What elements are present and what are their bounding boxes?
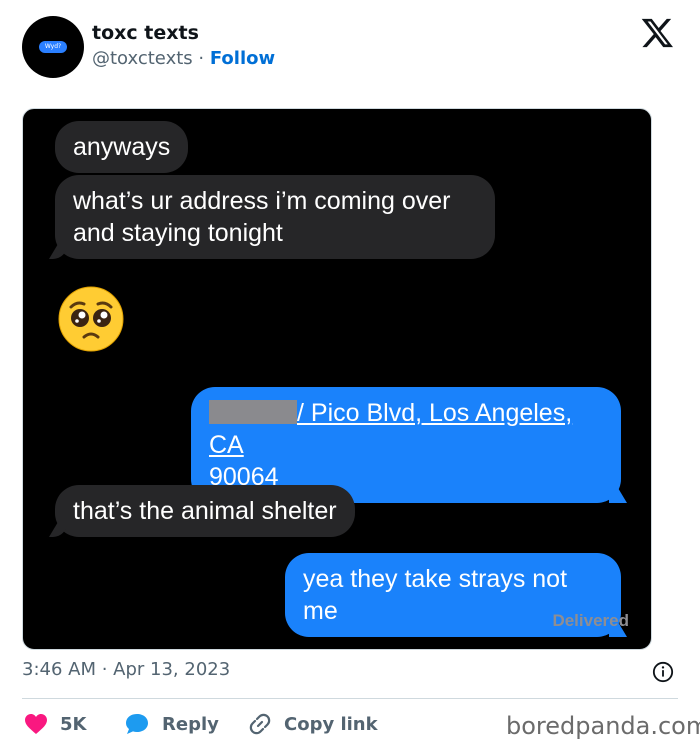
message-text: what’s ur address i’m coming over and st… bbox=[73, 187, 451, 247]
info-icon[interactable] bbox=[652, 661, 674, 683]
handle[interactable]: @toxctexts bbox=[92, 48, 193, 69]
handle-row: @toxctexts · Follow bbox=[92, 48, 275, 69]
message-text: anyways bbox=[73, 133, 171, 161]
watermark: boredpanda.com bbox=[506, 712, 700, 740]
avatar[interactable]: Wyd? bbox=[22, 16, 84, 78]
delivered-status: Delivered bbox=[552, 611, 629, 630]
message-received: that’s the animal shelter bbox=[55, 485, 355, 537]
copy-link-label: Copy link bbox=[284, 713, 378, 735]
like-count: 5K bbox=[60, 713, 87, 735]
separator: · bbox=[198, 48, 205, 69]
heart-icon bbox=[25, 714, 47, 734]
pleading-face-emoji-icon bbox=[58, 286, 124, 352]
divider bbox=[22, 698, 678, 699]
timestamp[interactable]: 3:46 AM · Apr 13, 2023 bbox=[22, 659, 230, 680]
reply-button[interactable]: Reply bbox=[124, 710, 219, 738]
follow-button[interactable]: Follow bbox=[210, 48, 275, 69]
reply-bubble-icon bbox=[126, 714, 148, 734]
message-screenshot: anyways what’s ur address i’m coming ove… bbox=[22, 108, 652, 650]
x-logo-icon[interactable] bbox=[640, 16, 674, 50]
message-text: yea they take strays not me bbox=[303, 565, 568, 625]
reply-label: Reply bbox=[162, 713, 219, 735]
copy-link-button[interactable]: Copy link bbox=[248, 710, 378, 738]
like-button[interactable]: 5K bbox=[24, 710, 86, 738]
display-name[interactable]: toxc texts bbox=[92, 22, 199, 44]
message-received: what’s ur address i’m coming over and st… bbox=[55, 175, 495, 259]
link-icon bbox=[249, 713, 271, 735]
avatar-label: Wyd? bbox=[38, 41, 68, 53]
message-text: that’s the animal shelter bbox=[73, 497, 337, 525]
redacted-block bbox=[209, 400, 297, 424]
message-received: anyways bbox=[55, 121, 189, 173]
